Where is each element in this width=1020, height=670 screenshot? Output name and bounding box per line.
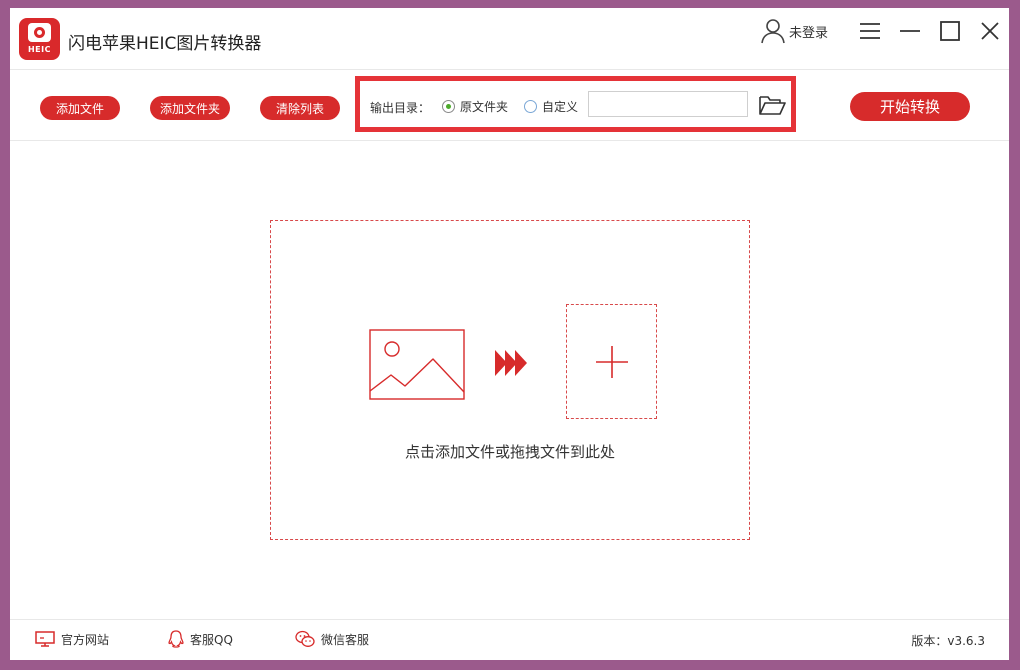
triple-arrow-icon bbox=[495, 350, 527, 376]
toolbar: 添加文件 添加文件夹 清除列表 输出目录： 原文件夹 自定义 开始转换 bbox=[10, 71, 1009, 141]
radio-custom-folder-label: 自定义 bbox=[542, 100, 579, 114]
drop-hint-text: 点击添加文件或拖拽文件到此处 bbox=[404, 443, 615, 461]
customer-service-qq-label: 客服QQ bbox=[190, 632, 233, 647]
app-logo-text: HEIC bbox=[27, 45, 51, 54]
image-icon bbox=[369, 329, 465, 400]
plus-icon bbox=[596, 346, 628, 378]
add-file-target[interactable] bbox=[566, 304, 657, 419]
maximize-button[interactable] bbox=[939, 20, 961, 42]
output-directory-panel: 输出目录： 原文件夹 自定义 bbox=[355, 76, 796, 132]
close-icon bbox=[981, 22, 999, 40]
open-folder-icon bbox=[759, 96, 786, 115]
radio-unchecked-icon bbox=[524, 100, 537, 113]
app-window: HEIC 闪电苹果HEIC图片转换器 未登录 添加文件 添加文件夹 清除列表 输… bbox=[10, 8, 1009, 660]
qq-icon bbox=[168, 630, 184, 648]
footer: 官方网站 客服QQ 微信客服 版本：v3.6.3 bbox=[10, 619, 1009, 660]
add-folder-button[interactable]: 添加文件夹 bbox=[150, 96, 230, 120]
start-convert-button[interactable]: 开始转换 bbox=[850, 92, 970, 121]
wechat-icon bbox=[295, 630, 315, 647]
minimize-button[interactable] bbox=[899, 20, 921, 42]
title-bar: HEIC 闪电苹果HEIC图片转换器 未登录 bbox=[10, 8, 1009, 70]
login-button[interactable]: 未登录 bbox=[760, 18, 828, 44]
version-text: 版本：v3.6.3 bbox=[911, 634, 985, 648]
radio-checked-icon bbox=[442, 100, 455, 113]
app-title: 闪电苹果HEIC图片转换器 bbox=[68, 34, 262, 54]
wechat-service-label: 微信客服 bbox=[321, 632, 370, 647]
minimize-icon bbox=[900, 30, 920, 32]
hamburger-menu-icon bbox=[860, 23, 880, 39]
maximize-icon bbox=[940, 21, 960, 41]
monitor-icon bbox=[35, 631, 55, 647]
wechat-service-link[interactable]: 微信客服 bbox=[295, 630, 369, 648]
user-icon bbox=[761, 19, 785, 44]
browse-folder-button[interactable] bbox=[758, 93, 786, 117]
clear-list-button[interactable]: 清除列表 bbox=[260, 96, 340, 120]
file-drop-zone[interactable]: 点击添加文件或拖拽文件到此处 bbox=[270, 220, 750, 540]
official-website-label: 官方网站 bbox=[61, 632, 110, 647]
output-path-input[interactable] bbox=[588, 91, 748, 117]
radio-original-folder-label: 原文件夹 bbox=[460, 100, 509, 114]
add-file-button[interactable]: 添加文件 bbox=[40, 96, 120, 120]
official-website-link[interactable]: 官方网站 bbox=[35, 630, 109, 648]
menu-button[interactable] bbox=[859, 20, 881, 42]
camera-icon bbox=[28, 23, 51, 42]
login-status-label: 未登录 bbox=[789, 25, 829, 41]
output-directory-label: 输出目录： bbox=[370, 101, 431, 115]
customer-service-qq-link[interactable]: 客服QQ bbox=[168, 630, 233, 648]
radio-custom-folder[interactable]: 自定义 bbox=[524, 98, 578, 115]
app-logo: HEIC bbox=[19, 18, 60, 60]
radio-original-folder[interactable]: 原文件夹 bbox=[442, 98, 508, 115]
close-button[interactable] bbox=[979, 20, 1001, 42]
